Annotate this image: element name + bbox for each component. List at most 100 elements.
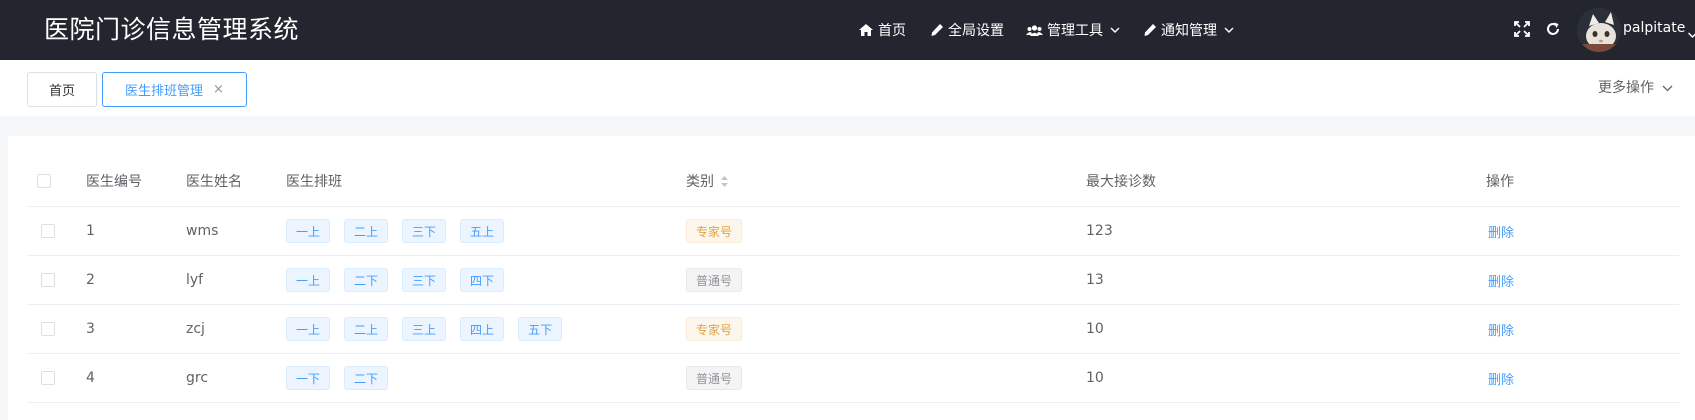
nav-item-global-settings[interactable]: 全局设置 bbox=[930, 0, 1004, 60]
schedule-cell: 一上 二上 三下 五上 bbox=[286, 207, 518, 255]
chevron-down-icon bbox=[1110, 27, 1120, 33]
content-left-gutter bbox=[0, 136, 8, 420]
max-patients-cell: 10 bbox=[1086, 321, 1104, 337]
column-header-label: 类别 bbox=[686, 174, 714, 190]
schedule-cell: 一上 二上 三上 四上 五下 bbox=[286, 305, 576, 353]
tab-label: 医生排班管理 bbox=[125, 84, 204, 99]
category-cell: 专家号 bbox=[686, 305, 756, 353]
doctor-id-cell: 3 bbox=[86, 321, 95, 337]
max-patients-cell: 123 bbox=[1086, 223, 1113, 239]
actions-cell: 删除 bbox=[1488, 305, 1514, 353]
delete-button[interactable]: 删除 bbox=[1488, 271, 1514, 290]
doctor-id-cell: 1 bbox=[86, 223, 95, 239]
doctor-name-cell: wms bbox=[186, 223, 219, 239]
shift-tag: 三下 bbox=[402, 268, 447, 292]
schedule-cell: 一下 二下 bbox=[286, 354, 402, 402]
username[interactable]: palpitate bbox=[1623, 0, 1685, 56]
column-header-schedule: 医生排班 bbox=[286, 174, 342, 190]
shift-tag: 五下 bbox=[518, 317, 563, 341]
shift-tag: 二上 bbox=[344, 317, 389, 341]
doctor-name-cell: lyf bbox=[186, 272, 204, 288]
doctor-name-cell: zcj bbox=[186, 321, 205, 337]
shift-tag: 五上 bbox=[460, 219, 505, 243]
column-header-doctor-name: 医生姓名 bbox=[186, 174, 242, 190]
users-icon bbox=[1026, 24, 1043, 37]
doctor-id-cell: 2 bbox=[86, 272, 95, 288]
category-badge: 专家号 bbox=[686, 219, 743, 243]
row-select-cell bbox=[41, 305, 55, 353]
row-select-cell bbox=[41, 354, 55, 402]
shift-tag: 二下 bbox=[344, 366, 389, 390]
category-cell: 专家号 bbox=[686, 207, 756, 255]
actions-cell: 删除 bbox=[1488, 207, 1514, 255]
close-icon[interactable]: × bbox=[213, 82, 224, 97]
chevron-down-icon[interactable] bbox=[1688, 23, 1695, 42]
row-checkbox[interactable] bbox=[41, 371, 55, 385]
shift-tag: 二下 bbox=[344, 268, 389, 292]
column-header-doctor-id: 医生编号 bbox=[86, 174, 142, 190]
nav-item-label: 全局设置 bbox=[948, 23, 1004, 39]
shift-tag: 四上 bbox=[460, 317, 505, 341]
category-badge: 专家号 bbox=[686, 317, 743, 341]
shift-tag: 二上 bbox=[344, 219, 389, 243]
table-header: 医生编号 医生姓名 医生排班 类别 最大接诊数 操作 bbox=[27, 156, 1679, 207]
actions-cell: 删除 bbox=[1488, 256, 1514, 304]
max-patients-cell: 13 bbox=[1086, 272, 1104, 288]
doctor-name-cell: grc bbox=[186, 370, 209, 386]
more-actions-label: 更多操作 bbox=[1598, 80, 1654, 96]
pencil-icon bbox=[930, 23, 944, 37]
category-badge: 普通号 bbox=[686, 268, 743, 292]
more-actions-dropdown[interactable]: 更多操作 bbox=[1598, 60, 1673, 116]
content-divider bbox=[0, 116, 1695, 136]
select-all-cell bbox=[37, 156, 51, 206]
avatar[interactable] bbox=[1577, 8, 1621, 52]
row-select-cell bbox=[41, 207, 55, 255]
nav-item-label: 首页 bbox=[878, 23, 906, 39]
tab-doctor-schedule[interactable]: 医生排班管理 × bbox=[102, 72, 247, 107]
doctor-id-cell: 4 bbox=[86, 370, 95, 386]
category-cell: 普通号 bbox=[686, 256, 756, 304]
table-body: 1 wms 一上 二上 三下 五上 专家号 123 删除 2 lyf 一上 二下 三下 四下 普通号 13 删除 3… bbox=[27, 207, 1679, 403]
column-header-actions: 操作 bbox=[1486, 174, 1514, 190]
delete-button[interactable]: 删除 bbox=[1488, 222, 1514, 241]
nav-item-admin-tools[interactable]: 管理工具 bbox=[1026, 0, 1120, 60]
shift-tag: 一上 bbox=[286, 268, 331, 292]
max-patients-cell: 10 bbox=[1086, 370, 1104, 386]
row-select-cell bbox=[41, 256, 55, 304]
category-badge: 普通号 bbox=[686, 366, 743, 390]
row-checkbox[interactable] bbox=[41, 322, 55, 336]
actions-cell: 删除 bbox=[1488, 354, 1514, 402]
shift-tag: 三下 bbox=[402, 219, 447, 243]
chevron-down-icon bbox=[1224, 27, 1234, 33]
table-row: 4 grc 一下 二下 普通号 10 删除 bbox=[27, 354, 1679, 403]
column-header-category[interactable]: 类别 bbox=[686, 156, 729, 206]
shift-tag: 四下 bbox=[460, 268, 505, 292]
row-checkbox[interactable] bbox=[41, 273, 55, 287]
chevron-down-icon bbox=[1662, 85, 1673, 92]
table-row: 3 zcj 一上 二上 三上 四上 五下 专家号 10 删除 bbox=[27, 305, 1679, 354]
shift-tag: 一下 bbox=[286, 366, 331, 390]
tabs-bar: 首页 医生排班管理 × 更多操作 bbox=[0, 60, 1695, 116]
app-title: 医院门诊信息管理系统 bbox=[44, 15, 300, 44]
home-icon bbox=[858, 23, 874, 37]
fullscreen-icon[interactable] bbox=[1512, 19, 1532, 39]
delete-button[interactable]: 删除 bbox=[1488, 320, 1514, 339]
select-all-checkbox[interactable] bbox=[37, 174, 51, 188]
tab-home[interactable]: 首页 bbox=[27, 72, 97, 107]
column-header-max-patients: 最大接诊数 bbox=[1086, 174, 1156, 190]
category-cell: 普通号 bbox=[686, 354, 756, 402]
delete-button[interactable]: 删除 bbox=[1488, 369, 1514, 388]
nav-item-notifications[interactable]: 通知管理 bbox=[1143, 0, 1234, 60]
top-navbar: 医院门诊信息管理系统 首页 全局设置 管理工具 通知管理 palpitate bbox=[0, 0, 1695, 60]
shift-tag: 一上 bbox=[286, 317, 331, 341]
sort-icon[interactable] bbox=[720, 175, 729, 188]
refresh-icon[interactable] bbox=[1543, 19, 1563, 39]
shift-tag: 三上 bbox=[402, 317, 447, 341]
nav-item-home[interactable]: 首页 bbox=[858, 0, 906, 60]
row-checkbox[interactable] bbox=[41, 224, 55, 238]
schedule-table: 医生编号 医生姓名 医生排班 类别 最大接诊数 操作 1 wms 一上 二上 三下 五上专… bbox=[27, 156, 1679, 403]
nav-item-label: 通知管理 bbox=[1161, 23, 1217, 39]
table-row: 1 wms 一上 二上 三下 五上 专家号 123 删除 bbox=[27, 207, 1679, 256]
tab-label: 首页 bbox=[48, 84, 75, 99]
nav-item-label: 管理工具 bbox=[1047, 23, 1103, 39]
